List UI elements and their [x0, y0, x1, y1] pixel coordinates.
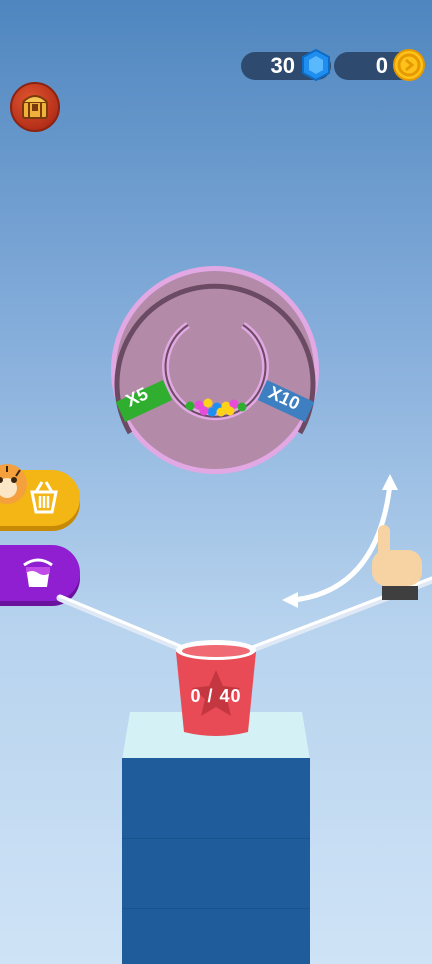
ball-wheel[interactable]: [100, 255, 330, 485]
treasure-chest-button[interactable]: [10, 82, 60, 132]
arrow-left-icon: [282, 592, 298, 608]
gem-count: 30: [270, 53, 295, 78]
ball: [225, 406, 235, 416]
gold-coin-icon: [393, 49, 425, 81]
coin-counter: 0: [334, 49, 425, 81]
basket-icon: [30, 481, 58, 514]
pointing-hand-icon: [372, 525, 422, 600]
treasure-chest-icon: [22, 95, 48, 119]
cup-progress-label: 0 / 40: [190, 686, 242, 706]
ball: [203, 398, 213, 408]
ball: [185, 401, 195, 411]
blue-gem-icon: [302, 48, 330, 82]
shop-button[interactable]: [0, 464, 80, 526]
swipe-hint: [282, 474, 422, 608]
coin-count: 0: [375, 53, 388, 78]
ball: [216, 407, 226, 417]
gem-counter: 30: [241, 48, 331, 82]
ball: [207, 407, 217, 417]
ball: [199, 406, 209, 416]
ball: [237, 402, 247, 412]
pedestal: [122, 758, 310, 964]
arrow-up-icon: [382, 474, 398, 490]
swipe-arrow-path: [291, 481, 393, 603]
